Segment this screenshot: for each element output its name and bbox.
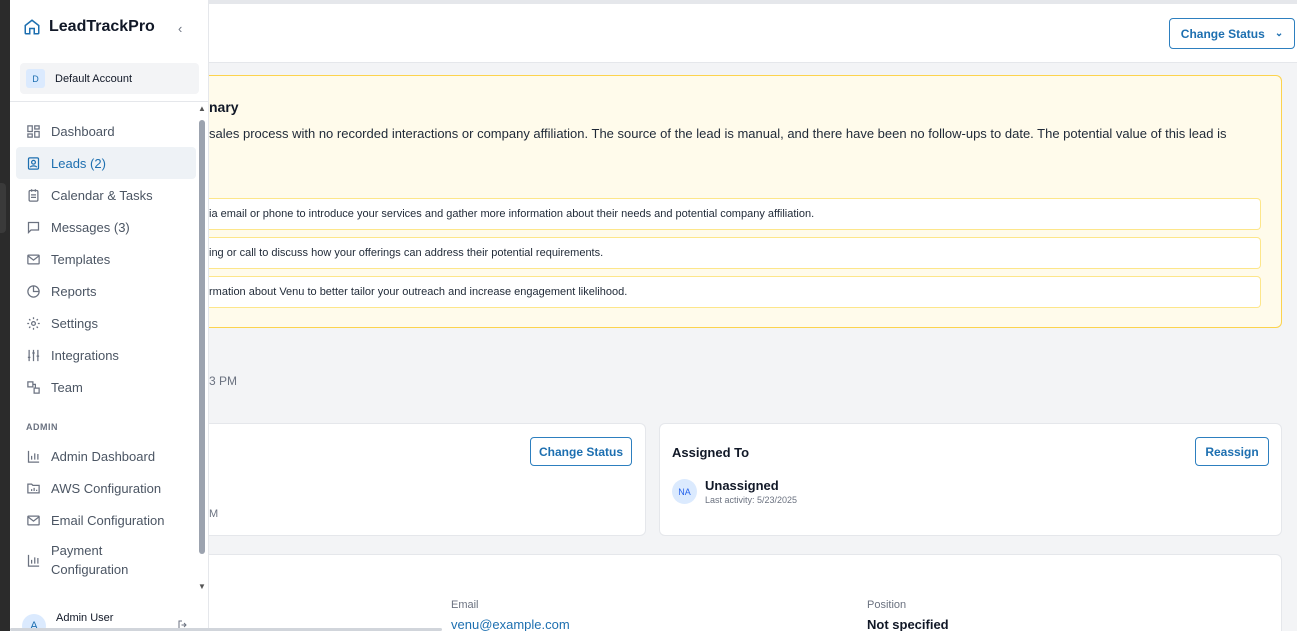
sidebar-item-leads[interactable]: Leads (2)	[16, 147, 196, 179]
sidebar-item-label: Calendar & Tasks	[51, 187, 153, 203]
scroll-up-icon[interactable]: ▲	[198, 104, 206, 113]
sidebar-item-label: Reports	[51, 283, 97, 299]
contact-info-card: Email venu@example.com Position Not spec…	[209, 554, 1282, 631]
last-activity-text: Last activity: 5/23/2025	[705, 495, 798, 505]
mail-icon	[27, 515, 40, 525]
reassign-button[interactable]: Reassign	[1195, 437, 1269, 466]
main-nav: Dashboard Leads (2) Calendar & Tasks Mes…	[16, 115, 196, 403]
sidebar-item-aws-config[interactable]: AWS Configuration	[16, 472, 196, 504]
sidebar-item-settings[interactable]: Settings	[16, 307, 196, 339]
dock-item	[0, 183, 6, 233]
brand[interactable]: LeadTrackPro	[23, 18, 155, 36]
status-card: Change Status M	[209, 423, 646, 536]
position-value: Not specified	[867, 617, 949, 631]
sidebar-item-label: Payment Configuration	[51, 543, 129, 577]
sidebar-item-label: AWS Configuration	[51, 480, 162, 496]
sidebar-item-label: Leads (2)	[51, 155, 106, 171]
sidebar: LeadTrackPro ‹ D Default Account Dashboa…	[10, 0, 209, 631]
summary-title: nary	[209, 99, 239, 115]
sidebar-item-label: Admin Dashboard	[51, 448, 156, 464]
sidebar-item-email-config[interactable]: Email Configuration	[16, 504, 196, 536]
dashboard-icon	[27, 124, 40, 138]
recommendation-item: ing or call to discuss how your offering…	[209, 237, 1261, 269]
team-icon	[27, 380, 40, 394]
sidebar-item-integrations[interactable]: Integrations	[16, 339, 196, 371]
change-status-label: Change Status	[1180, 26, 1265, 41]
recommendation-item: ia email or phone to introduce your serv…	[209, 198, 1261, 230]
message-icon	[27, 221, 40, 234]
status-time-text: M	[209, 508, 219, 520]
summary-description: sales process with no recorded interacti…	[209, 126, 1227, 141]
top-bar: Change Status ⌄	[209, 0, 1297, 63]
admin-nav: Admin Dashboard AWS Configuration Email …	[16, 440, 196, 584]
assigned-title: Assigned To	[672, 445, 750, 460]
sidebar-item-label: Team	[51, 379, 83, 395]
sliders-icon	[27, 349, 40, 361]
account-switcher[interactable]: D Default Account	[20, 63, 199, 94]
scroll-thumb[interactable]	[199, 120, 205, 554]
avatar: NA	[672, 479, 697, 504]
sidebar-item-label: Templates	[51, 251, 111, 267]
assigned-card: Assigned To Reassign NA Unassigned Last …	[659, 423, 1282, 536]
sidebar-item-team[interactable]: Team	[16, 371, 196, 403]
sidebar-item-calendar[interactable]: Calendar & Tasks	[16, 179, 196, 211]
ai-summary-card: nary sales process with no recorded inte…	[209, 75, 1282, 328]
recommendation-item: rmation about Venu to better tailor your…	[209, 276, 1261, 308]
user-name: Admin User	[56, 612, 114, 624]
desktop-edge	[0, 0, 10, 631]
sidebar-item-messages[interactable]: Messages (3)	[16, 211, 196, 243]
chevron-down-icon: ⌄	[1274, 28, 1284, 39]
sidebar-item-reports[interactable]: Reports	[16, 275, 196, 307]
sidebar-item-label: Integrations	[51, 347, 119, 363]
folder-chart-icon	[27, 483, 40, 493]
bar-chart-icon	[27, 450, 40, 463]
calendar-icon	[28, 188, 39, 202]
position-label: Position	[867, 599, 907, 611]
sidebar-item-admin-dashboard[interactable]: Admin Dashboard	[16, 440, 196, 472]
divider	[10, 101, 209, 102]
sidebar-item-label: Email Configuration	[51, 512, 165, 528]
gear-icon	[27, 316, 40, 330]
brand-name: LeadTrackPro	[49, 18, 155, 35]
pie-chart-icon	[27, 284, 40, 298]
email-label: Email	[451, 599, 479, 611]
sidebar-item-dashboard[interactable]: Dashboard	[16, 115, 196, 147]
sidebar-item-templates[interactable]: Templates	[16, 243, 196, 275]
scroll-down-icon[interactable]: ▼	[198, 582, 206, 591]
sidebar-item-label: Messages (3)	[51, 219, 130, 235]
bar-chart-icon	[27, 554, 40, 567]
admin-section-label: ADMIN	[26, 422, 58, 432]
sidebar-item-label: Dashboard	[51, 123, 115, 139]
account-badge: D	[26, 69, 45, 88]
sidebar-scrollbar[interactable]: ▲ ▼	[197, 104, 207, 594]
sidebar-item-payment-config[interactable]: Payment Configuration	[16, 536, 196, 584]
email-link[interactable]: venu@example.com	[451, 617, 570, 631]
timestamp-text: 3 PM	[209, 374, 238, 388]
change-status-button[interactable]: Change Status	[530, 437, 632, 466]
leads-icon	[27, 156, 40, 170]
account-name: Default Account	[55, 72, 133, 85]
sidebar-item-label: Settings	[51, 315, 98, 331]
mail-icon	[27, 254, 40, 264]
assignee-name: Unassigned	[705, 478, 779, 493]
home-icon	[24, 19, 40, 35]
collapse-sidebar-icon[interactable]: ‹	[178, 21, 182, 36]
change-status-dropdown[interactable]: Change Status ⌄	[1169, 18, 1295, 49]
